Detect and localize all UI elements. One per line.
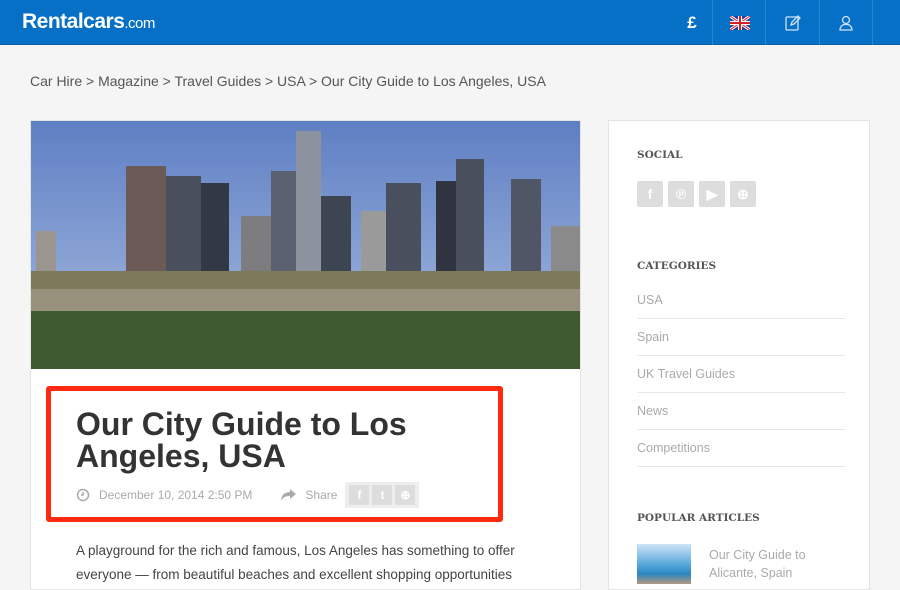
category-spain[interactable]: Spain [637,319,845,356]
article-card: Our City Guide to Los Angeles, USA Decem… [30,120,581,590]
pinterest-icon[interactable]: ℗ [668,181,694,207]
top-navigation-bar: Rentalcars.com £ [0,0,900,45]
article-intro: A playground for the rich and famous, Lo… [76,543,515,582]
twitter-share-icon[interactable]: t [372,485,393,505]
language-button[interactable] [712,0,766,45]
popular-article-item[interactable]: Our City Guide to Alicante, Spain [637,544,819,584]
account-button[interactable] [819,0,873,45]
breadcrumb[interactable]: Car Hire > Magazine > Travel Guides > US… [30,73,546,89]
category-competitions[interactable]: Competitions [637,430,845,467]
logo-suffix: .com [124,15,155,32]
social-links: f ℗ ▶ ⊕ [637,181,756,207]
popular-article-title[interactable]: Our City Guide to Alicante, Spain [709,546,819,584]
google-plus-icon[interactable]: ⊕ [730,181,756,207]
currency-label: £ [687,12,697,32]
popular-articles-heading: POPULAR ARTICLES [637,512,760,524]
youtube-icon[interactable]: ▶ [699,181,725,207]
edit-icon [784,14,801,31]
category-usa[interactable]: USA [637,282,845,319]
sidebar: SOCIAL f ℗ ▶ ⊕ CATEGORIES USA Spain UK T… [608,120,870,590]
article-meta: December 10, 2014 2:50 PM Share f t ⊕ [76,482,420,508]
logo-text: Rentalcars [22,10,125,33]
social-heading: SOCIAL [637,149,683,161]
facebook-icon[interactable]: f [637,181,663,207]
rentalcars-logo[interactable]: Rentalcars.com [22,10,155,34]
share-arrow-icon [281,489,297,501]
clock-icon [76,488,90,502]
user-icon [839,15,853,31]
facebook-share-icon[interactable]: f [349,485,370,505]
share-label: Share [305,488,338,502]
currency-button[interactable]: £ [665,0,719,45]
uk-flag-icon [729,15,750,30]
article-date: December 10, 2014 2:50 PM [99,488,253,502]
alicante-thumbnail[interactable] [637,544,691,584]
category-uk-travel-guides[interactable]: UK Travel Guides [637,356,845,393]
article-title: Our City Guide to Los Angeles, USA [76,406,407,474]
share-buttons: f t ⊕ [345,482,420,508]
edit-booking-button[interactable] [765,0,819,45]
more-share-icon[interactable]: ⊕ [395,485,416,505]
categories-heading: CATEGORIES [637,260,717,272]
category-news[interactable]: News [637,393,845,430]
los-angeles-skyline-image [31,121,580,369]
